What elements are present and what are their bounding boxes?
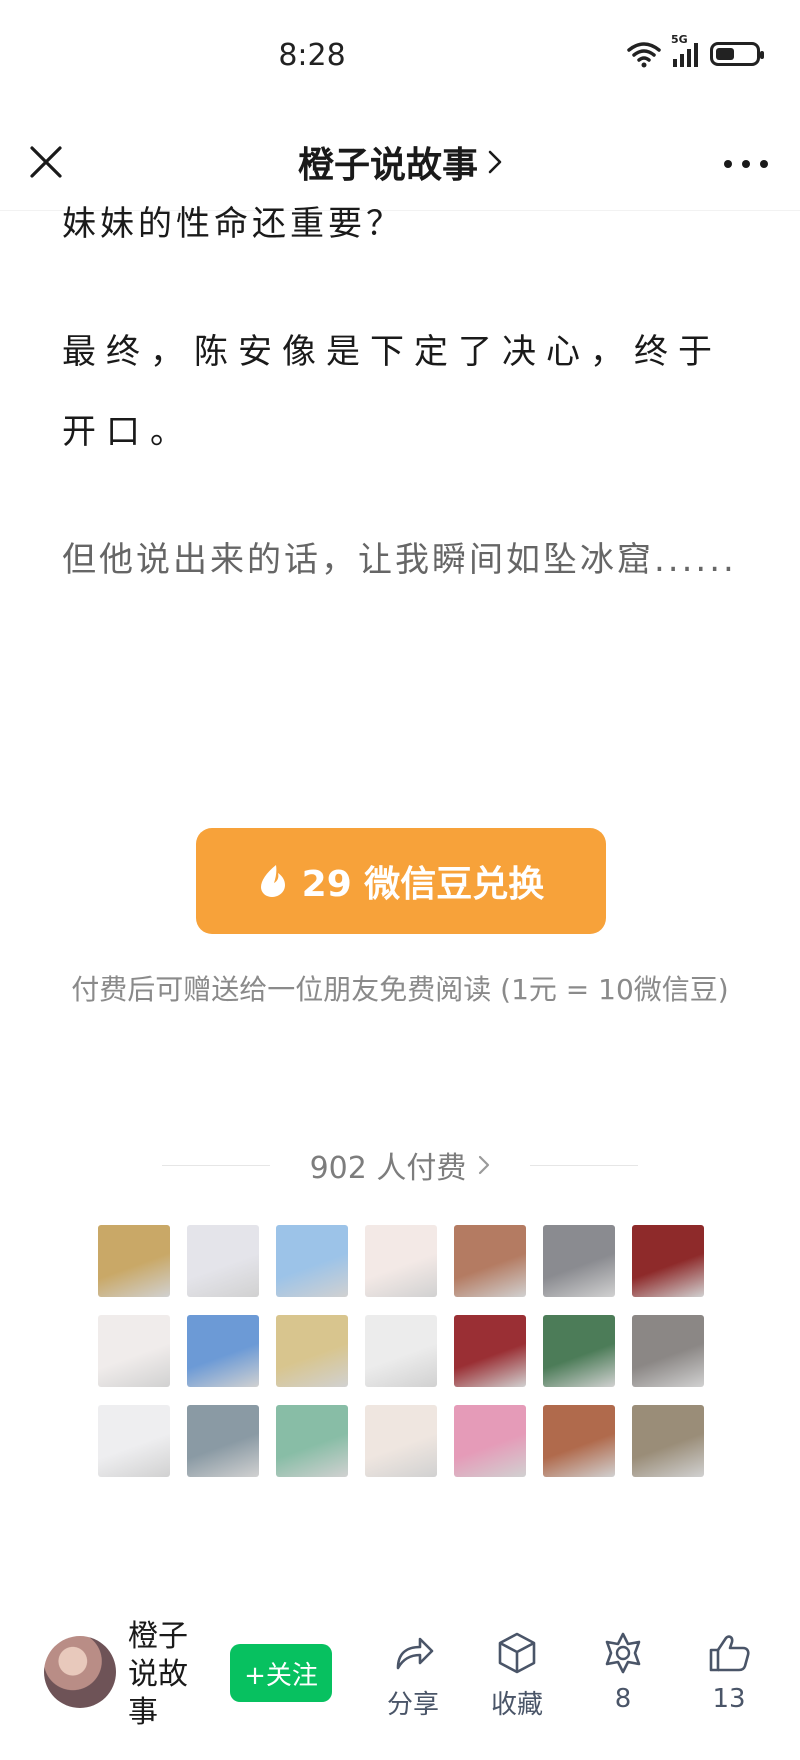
wechat-bean-icon [260,865,285,897]
payer-avatar[interactable] [543,1405,615,1477]
payer-avatar[interactable] [543,1315,615,1387]
share-button[interactable]: 分享 [368,1630,458,1721]
wifi-icon [627,42,661,68]
payer-avatar[interactable] [454,1405,526,1477]
battery-icon [710,42,764,66]
collect-label: 收藏 [490,1690,543,1720]
account-title-link[interactable]: 橙子说故事 [298,136,502,188]
more-dot-icon [742,160,750,168]
payer-avatar[interactable] [365,1405,437,1477]
payer-avatar[interactable] [632,1225,704,1297]
author-name[interactable]: 橙子说故事 [128,1618,198,1732]
collect-button[interactable]: 收藏 [472,1630,562,1721]
like-button[interactable]: 13 [684,1630,774,1714]
status-time: 8:28 [278,38,346,73]
payer-avatar[interactable] [632,1405,704,1477]
payer-avatar[interactable] [276,1405,348,1477]
payer-avatar[interactable] [365,1225,437,1297]
payers-count-link[interactable]: 902 人付费 [310,1143,491,1187]
payer-avatar[interactable] [365,1315,437,1387]
exchange-button[interactable]: 29 微信豆兑换 [196,828,606,934]
payer-avatar[interactable] [276,1315,348,1387]
payer-avatar[interactable] [454,1315,526,1387]
payer-avatar[interactable] [454,1225,526,1297]
status-icons: 5G [627,33,764,68]
share-label: 分享 [386,1690,439,1720]
payer-avatar[interactable] [98,1405,170,1477]
like-count: 13 [712,1684,746,1714]
collect-box-icon [498,1632,536,1674]
more-button[interactable] [724,150,768,178]
recommend-count: 8 [614,1684,632,1714]
payers-count: 902 人付费 [309,1151,467,1186]
author-avatar[interactable] [44,1636,116,1708]
recommend-button[interactable]: 8 [578,1630,668,1714]
payer-avatar[interactable] [98,1225,170,1297]
payer-avatar[interactable] [187,1225,259,1297]
article-paragraph: 但他说出来的话，让我瞬间如坠冰窟...... [62,540,737,580]
article-paragraph: 妹妹的性命还重要？ [62,204,404,244]
status-bar: 8:28 5G [0,0,800,118]
chevron-right-icon [488,150,502,174]
payer-avatar[interactable] [276,1225,348,1297]
article-paragraph: 最终，陈安像是下定了决心，终于开口。 [62,332,722,452]
payer-avatar[interactable] [98,1315,170,1387]
payer-avatar[interactable] [632,1315,704,1387]
article-body: 妹妹的性命还重要？ 最终，陈安像是下定了决心，终于开口。 但他说出来的话，让我瞬… [62,204,738,600]
signal-icon: 5G [671,33,698,67]
chevron-right-icon [479,1155,490,1175]
divider-line [161,1164,270,1166]
divider-line [530,1164,639,1166]
payer-avatar[interactable] [187,1405,259,1477]
more-dot-icon [724,160,732,168]
payer-avatar[interactable] [543,1225,615,1297]
follow-button[interactable]: +关注 [230,1644,332,1702]
bottom-bar: 橙子说故事 +关注 分享 收藏 8 13 [0,1596,800,1760]
share-icon [396,1637,434,1670]
more-dot-icon [760,160,768,168]
exchange-label: 29 微信豆兑换 [301,864,545,905]
payers-row: 902 人付费 [0,1140,800,1190]
recommend-star-icon [605,1632,641,1674]
pay-note: 付费后可赠送给一位朋友免费阅读 (1元 = 10微信豆) [71,973,729,1006]
payer-avatar[interactable] [187,1315,259,1387]
account-title: 橙子说故事 [297,145,478,186]
payer-avatar-grid [98,1225,704,1477]
thumbs-up-icon [709,1635,750,1672]
network-label: 5G [671,33,688,46]
